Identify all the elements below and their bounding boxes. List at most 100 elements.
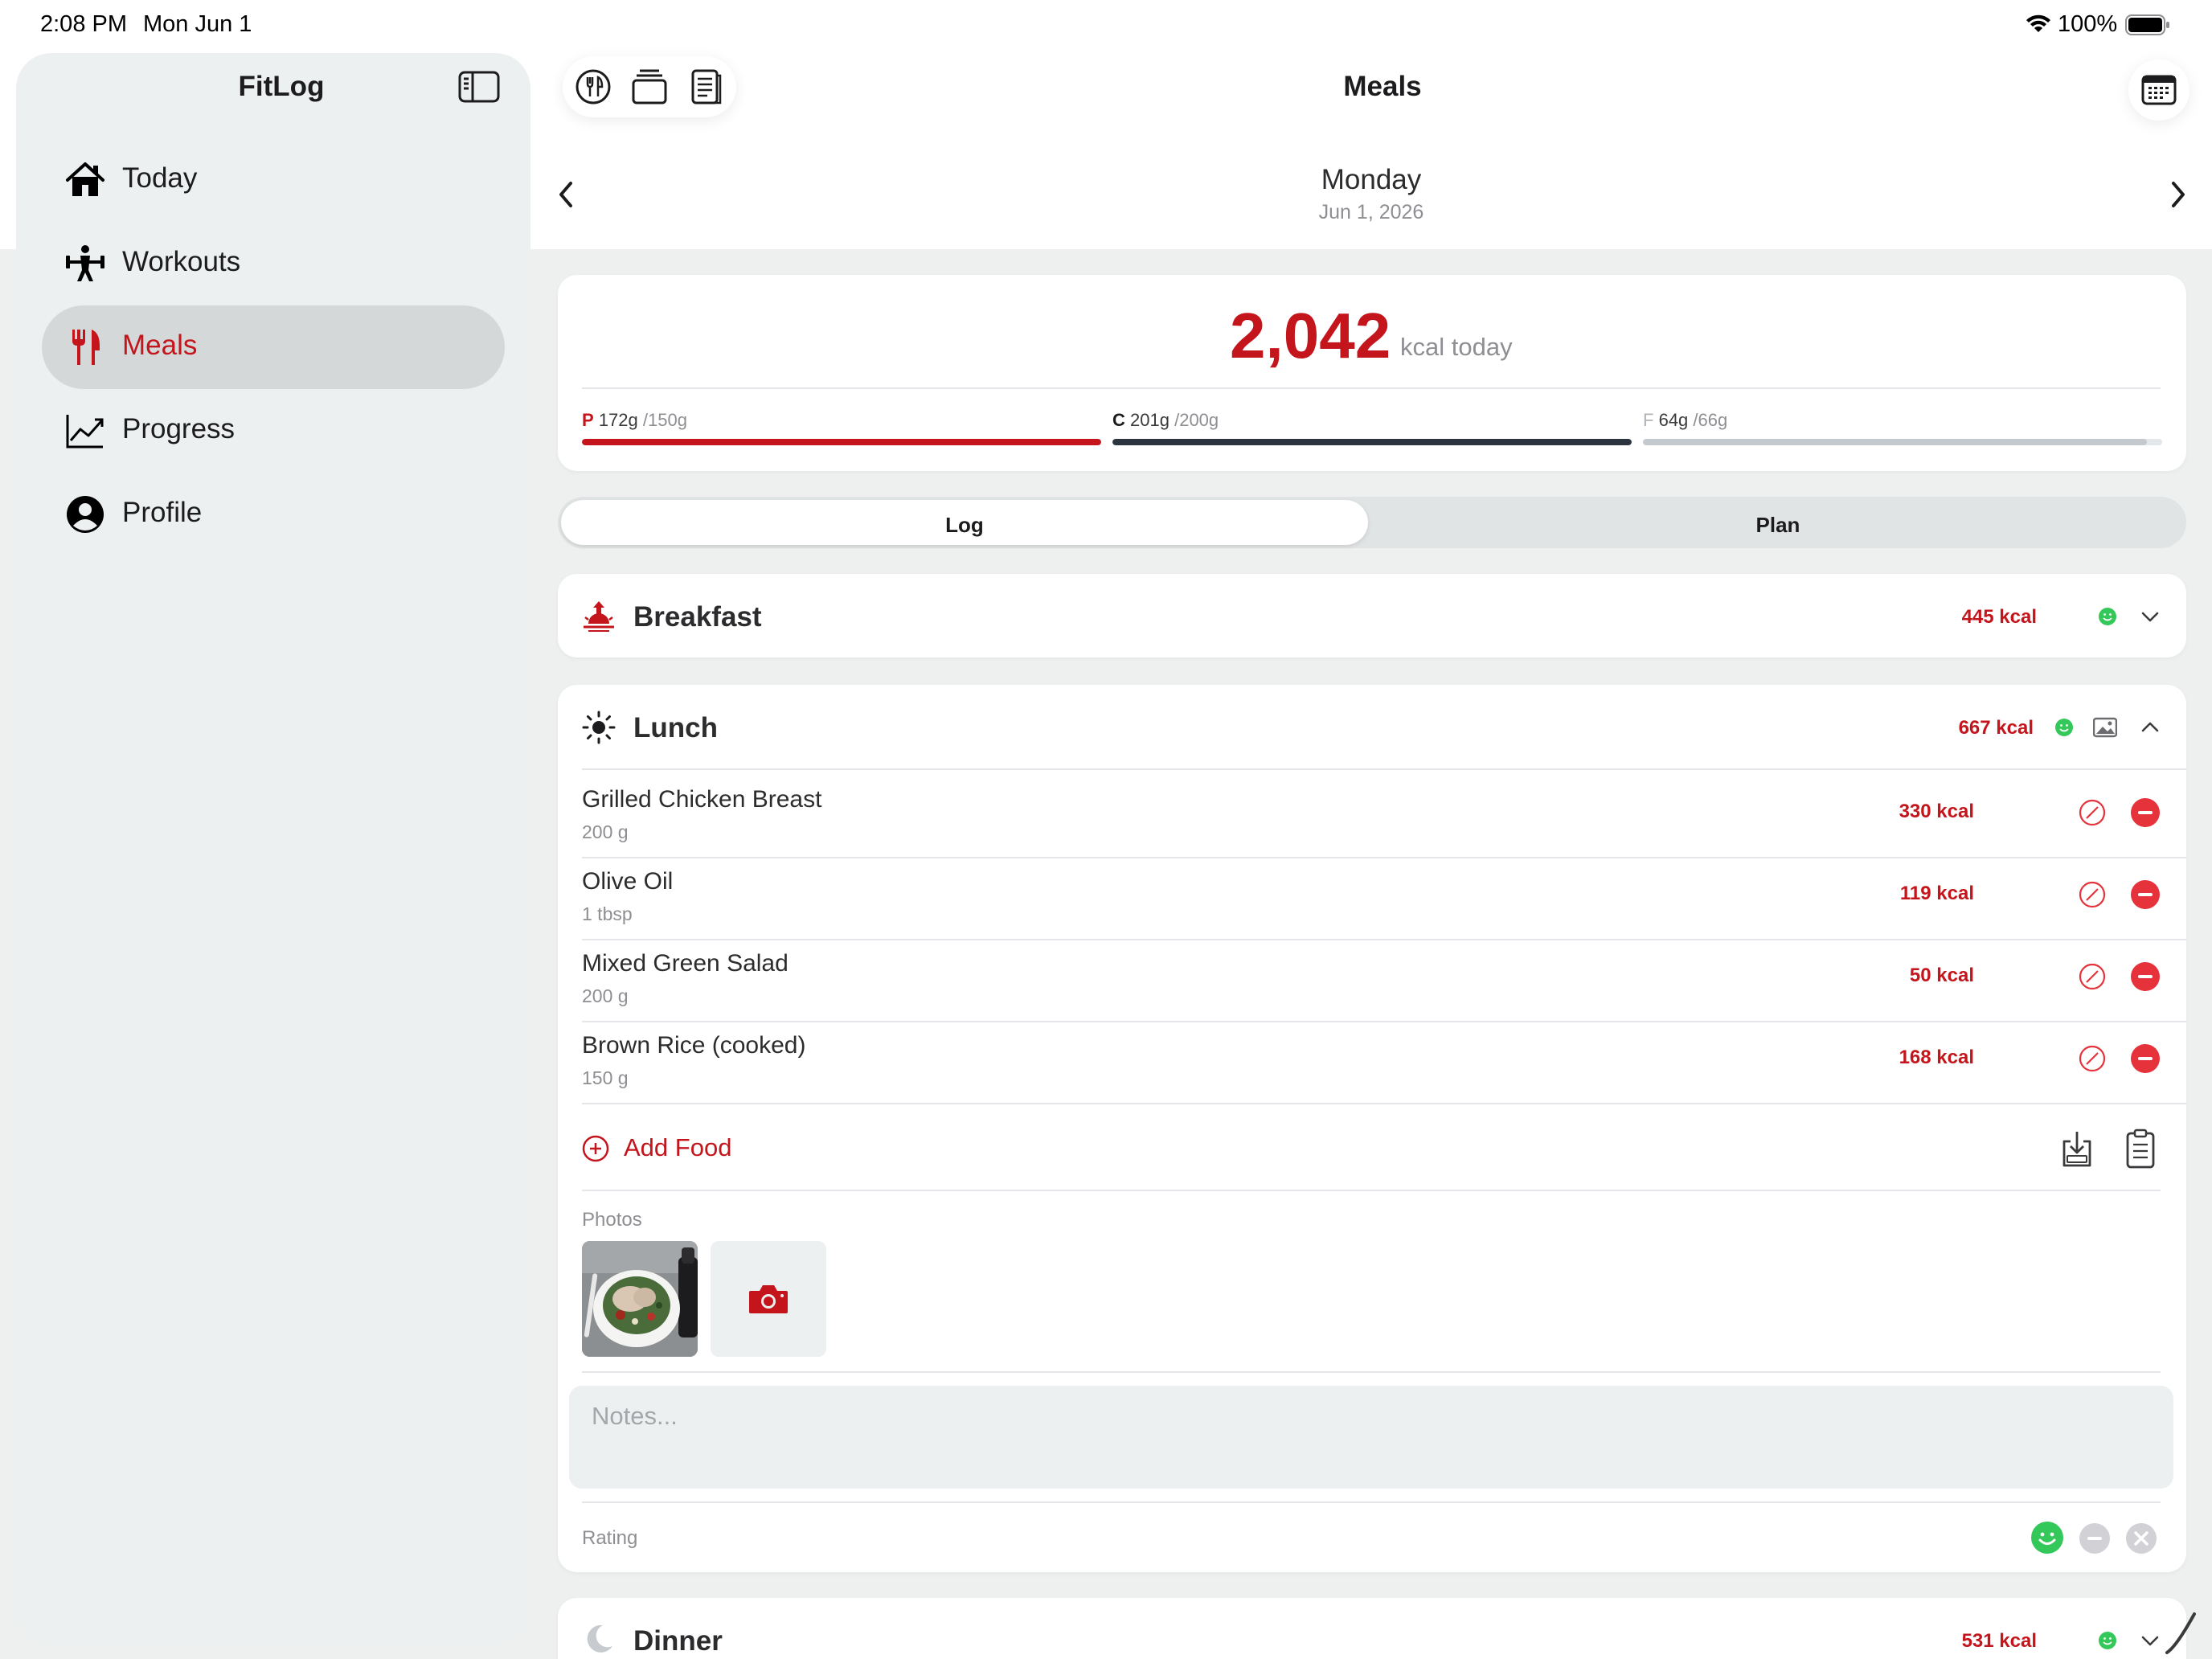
sunrise-icon — [584, 601, 614, 632]
battery-icon — [2125, 14, 2169, 35]
segment-plan[interactable]: Plan — [1373, 513, 2183, 538]
sidebar-item-profile[interactable]: Profile — [42, 473, 505, 556]
macro-value: 201g — [1130, 410, 1169, 430]
edit-slash-icon[interactable] — [2079, 799, 2106, 826]
fork-knife-icon — [72, 330, 100, 365]
sidebar-toggle-icon[interactable] — [458, 69, 500, 104]
food-name: Brown Rice (cooked) — [582, 1032, 806, 1059]
food-kcal: 50 kcal — [1909, 965, 1974, 986]
rating-neutral-icon[interactable] — [2079, 1522, 2111, 1555]
food-row[interactable]: Grilled Chicken Breast 200 g 330 kcal — [558, 770, 2186, 852]
remove-icon[interactable] — [2130, 879, 2161, 910]
sidebar-item-today[interactable]: Today — [42, 138, 505, 222]
meal-photo-thumbnail[interactable] — [582, 1241, 698, 1357]
macro-target: /150g — [642, 410, 687, 430]
chevron-down-icon[interactable] — [2140, 606, 2161, 627]
sidebar-item-progress[interactable]: Progress — [42, 389, 505, 473]
salad-photo — [582, 1241, 698, 1357]
divider — [582, 1371, 2161, 1373]
chevron-left-icon[interactable] — [555, 178, 577, 211]
sidebar-item-workouts[interactable]: Workouts — [42, 222, 505, 305]
wifi-icon — [2026, 14, 2050, 32]
chevron-up-icon[interactable] — [2140, 717, 2161, 738]
notes-field[interactable] — [569, 1386, 2173, 1489]
protein-bar-fill — [582, 439, 1101, 445]
carbs-bar-fill — [1112, 439, 1632, 445]
divider — [582, 1103, 2186, 1104]
plus-circle-icon[interactable] — [582, 1135, 609, 1162]
food-qty: 150 g — [582, 1067, 629, 1088]
macro-value: 172g — [598, 410, 638, 430]
stack-icon[interactable] — [630, 68, 669, 106]
food-name: Grilled Chicken Breast — [582, 786, 822, 813]
divider — [582, 387, 2161, 389]
chevron-right-icon[interactable] — [2167, 178, 2189, 211]
clipboard-icon[interactable] — [2125, 1129, 2156, 1169]
sidebar-item-label: Meals — [122, 330, 198, 361]
food-row[interactable]: Olive Oil 1 tbsp 119 kcal — [558, 852, 2186, 934]
person-circle-icon — [67, 496, 104, 533]
sun-icon — [582, 711, 616, 744]
total-kcal: 2,042 — [1230, 300, 1391, 371]
import-icon[interactable] — [2059, 1129, 2095, 1169]
add-photo-button[interactable] — [711, 1241, 826, 1357]
food-kcal: 119 kcal — [1899, 883, 1974, 904]
carbs-bar — [1112, 439, 1632, 445]
page-title: Meals — [1343, 71, 1422, 102]
macro-value: 64g — [1658, 410, 1689, 430]
food-row[interactable]: Mixed Green Salad 200 g 50 kcal — [558, 934, 2186, 1016]
segment-log-label[interactable]: Log — [561, 513, 1368, 538]
macro-letter: F — [1643, 410, 1654, 430]
macro-target: /66g — [1693, 410, 1728, 430]
food-name: Olive Oil — [582, 868, 674, 895]
protein-bar — [582, 439, 1101, 445]
meal-kcal-breakfast: 445 kcal — [1961, 606, 2037, 628]
calendar-icon — [2141, 75, 2177, 105]
meals-icon[interactable] — [574, 68, 612, 106]
add-food-button[interactable]: Add Food — [624, 1133, 731, 1162]
meal-title-lunch: Lunch — [633, 712, 718, 743]
remove-icon[interactable] — [2130, 961, 2161, 992]
smiley-icon — [2099, 1632, 2116, 1649]
fat-bar-fill — [1643, 439, 2147, 445]
photo-icon — [2093, 717, 2117, 738]
moon-icon — [587, 1624, 612, 1653]
food-row[interactable]: Brown Rice (cooked) 150 g 168 kcal — [558, 1016, 2186, 1098]
meal-title-breakfast: Breakfast — [633, 601, 762, 633]
kcal-unit: kcal today — [1400, 333, 1513, 361]
scroll-indicator[interactable] — [2162, 1611, 2199, 1656]
chart-line-icon — [66, 415, 104, 449]
sidebar-item-label: Profile — [122, 497, 203, 528]
calendar-button[interactable] — [2128, 59, 2189, 121]
sidebar-item-meals[interactable]: Meals — [42, 305, 505, 389]
remove-icon[interactable] — [2130, 797, 2161, 828]
day-date: Jun 1, 2026 — [1318, 201, 1424, 223]
macro-fat: F 64g /66g — [1643, 410, 1727, 431]
camera-icon — [749, 1285, 788, 1313]
meal-title-dinner: Dinner — [633, 1625, 723, 1657]
house-icon — [66, 162, 104, 196]
macro-letter: C — [1112, 410, 1125, 430]
figure-strength-icon — [66, 245, 104, 281]
sidebar-item-label: Workouts — [122, 246, 241, 277]
food-kcal: 330 kcal — [1899, 801, 1974, 822]
sidebar-item-label: Today — [122, 162, 198, 194]
edit-slash-icon[interactable] — [2079, 963, 2106, 990]
notes-icon[interactable] — [686, 68, 725, 106]
day-name: Monday — [1321, 164, 1422, 195]
status-date: Mon Jun 1 — [143, 11, 252, 37]
food-kcal: 168 kcal — [1899, 1047, 1974, 1068]
food-qty: 1 tbsp — [582, 903, 633, 924]
smiley-icon — [2055, 719, 2073, 736]
rating-bad-icon[interactable] — [2125, 1522, 2157, 1555]
food-name: Mixed Green Salad — [582, 950, 789, 977]
rating-good-icon[interactable] — [2030, 1521, 2064, 1555]
edit-slash-icon[interactable] — [2079, 881, 2106, 908]
macro-carbs: C 201g /200g — [1112, 410, 1219, 431]
food-qty: 200 g — [582, 821, 629, 842]
view-toolbar — [563, 56, 736, 117]
chevron-down-icon[interactable] — [2140, 1630, 2161, 1651]
edit-slash-icon[interactable] — [2079, 1045, 2106, 1072]
macro-target: /200g — [1174, 410, 1219, 430]
remove-icon[interactable] — [2130, 1043, 2161, 1074]
